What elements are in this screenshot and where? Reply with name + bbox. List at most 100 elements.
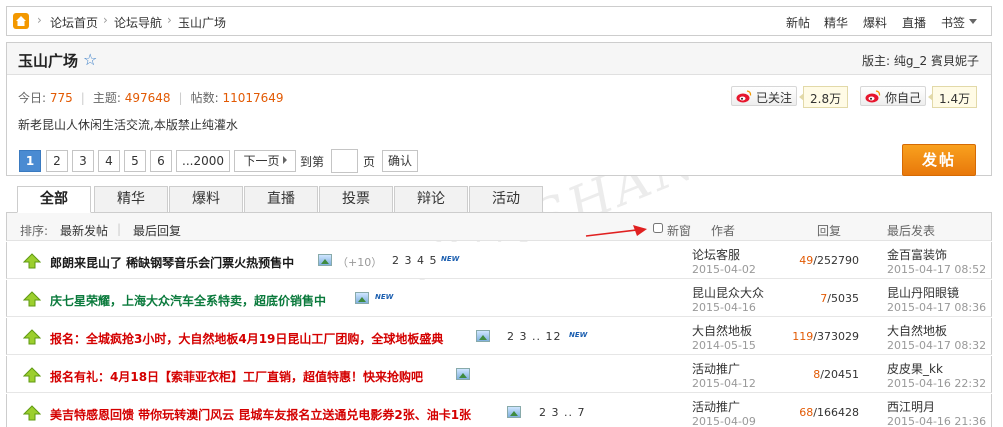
moderator-info: 版主: 纯g_2 賓貝妮子 bbox=[862, 52, 979, 69]
thread-title[interactable]: 庆七星荣耀，上海大众汽车全系特卖，超底价销售中 bbox=[50, 292, 326, 309]
new-window-label: 新窗 bbox=[667, 224, 692, 238]
chevron-down-icon[interactable] bbox=[969, 19, 977, 24]
thread-last-date[interactable]: 2015-04-16 22:32 bbox=[887, 377, 986, 390]
author-column-header: 作者 bbox=[711, 224, 736, 238]
page-4[interactable]: 4 bbox=[98, 150, 120, 172]
thread-page-links[interactable]: 2 3 4 5 bbox=[392, 254, 437, 267]
toplink-live[interactable]: 直播 bbox=[902, 14, 926, 31]
thread-reply-count: 8/20451 bbox=[813, 368, 859, 381]
home-icon[interactable] bbox=[13, 13, 29, 29]
page-6[interactable]: 6 bbox=[150, 150, 172, 172]
new-window-checkbox[interactable] bbox=[653, 223, 663, 233]
breadcrumb-forum-nav[interactable]: 论坛导航 bbox=[114, 14, 162, 31]
thread-plus-score: （+10） bbox=[337, 256, 383, 269]
page-unit-label: 页 bbox=[363, 155, 376, 169]
tab-digest[interactable]: 精华 bbox=[94, 186, 168, 213]
sort-divider: | bbox=[117, 222, 122, 236]
goto-label: 到第 bbox=[300, 155, 325, 169]
top-nav-bar: › 论坛首页 › 论坛导航 › 玉山广场 新帖 精华 爆料 直播 书签 bbox=[6, 6, 992, 36]
moderator-label: 版主: bbox=[862, 54, 891, 68]
moderator-names[interactable]: 纯g_2 賓貝妮子 bbox=[894, 54, 979, 68]
follow-button[interactable]: 已关注 bbox=[731, 86, 798, 106]
thread-row[interactable]: 庆七星荣耀，上海大众汽车全系特卖，超底价销售中 NEW 昆山昆众大众 2015-… bbox=[6, 280, 992, 317]
thread-row[interactable]: 报名有礼：4月18日【索菲亚衣柜】工厂直销，超值特惠！快来抢购吧 活动推广 20… bbox=[6, 356, 992, 393]
image-attachment-icon bbox=[507, 406, 521, 418]
image-attachment-icon bbox=[355, 292, 369, 304]
next-page-label: 下一页 bbox=[243, 154, 280, 168]
page-1[interactable]: 1 bbox=[19, 150, 41, 172]
thread-up-arrow-icon bbox=[23, 329, 41, 345]
thread-up-arrow-icon bbox=[23, 253, 41, 269]
forum-description: 新老昆山人休闲生活交流,本版禁止纯灌水 bbox=[18, 118, 238, 132]
thread-row[interactable]: 美吉特感恩回馈 带你玩转澳门风云 昆城车友报名立送通兑电影券2张、油卡1张 2 … bbox=[6, 394, 992, 427]
breadcrumb-forum-home[interactable]: 论坛首页 bbox=[50, 14, 98, 31]
thread-row[interactable]: 报名：全城疯抢3小时，大自然地板4月19日昆山工厂团购，全球地板盛典 2 3 .… bbox=[6, 318, 992, 355]
thread-last-user[interactable]: 大自然地板 bbox=[887, 322, 947, 339]
toplink-new[interactable]: 新帖 bbox=[786, 14, 810, 31]
thread-page-links[interactable]: 2 3 .. 12 bbox=[507, 330, 561, 343]
weibo-icon bbox=[736, 90, 752, 103]
thread-title[interactable]: 报名有礼：4月18日【索菲亚衣柜】工厂直销，超值特惠！快来抢购吧 bbox=[50, 368, 423, 385]
follow-count: 2.8万 bbox=[798, 86, 849, 108]
chevron-right-icon: › bbox=[167, 13, 172, 27]
confirm-button[interactable]: 确认 bbox=[382, 150, 418, 172]
thread-last-date[interactable]: 2015-04-17 08:52 bbox=[887, 263, 986, 276]
tab-live[interactable]: 直播 bbox=[244, 186, 318, 213]
thread-author[interactable]: 活动推广 bbox=[692, 398, 740, 415]
today-count: 775 bbox=[49, 91, 73, 105]
thread-reply-count: 7/5035 bbox=[820, 292, 859, 305]
new-badge: NEW bbox=[375, 293, 394, 301]
thread-last-user[interactable]: 昆山丹阳眼镜 bbox=[887, 284, 959, 301]
thread-author[interactable]: 论坛客服 bbox=[692, 246, 740, 263]
forum-stats: 今日: 775 | 主题: 497648 | 帖数: 11017649 bbox=[18, 91, 284, 105]
image-attachment-icon bbox=[476, 330, 490, 342]
page-last[interactable]: ...2000 bbox=[176, 150, 230, 172]
thread-date: 2015-04-16 bbox=[692, 301, 756, 314]
sort-reply-link[interactable]: 最后回复 bbox=[133, 222, 181, 239]
self-button[interactable]: 你自己 bbox=[860, 86, 927, 106]
tab-debate[interactable]: 辩论 bbox=[394, 186, 468, 213]
thread-last-date[interactable]: 2015-04-17 08:32 bbox=[887, 339, 986, 352]
tab-all[interactable]: 全部 bbox=[17, 186, 91, 213]
last-post-column-header: 最后发表 bbox=[887, 224, 936, 238]
next-page-button[interactable]: 下一页 bbox=[234, 150, 296, 172]
page-2[interactable]: 2 bbox=[46, 150, 68, 172]
chevron-right-icon: › bbox=[37, 13, 42, 27]
thread-last-date[interactable]: 2015-04-16 21:36 bbox=[887, 415, 986, 427]
star-icon[interactable]: ☆ bbox=[83, 50, 97, 69]
new-badge: NEW bbox=[569, 331, 588, 339]
thread-last-user[interactable]: 皮皮果_kk bbox=[887, 360, 943, 377]
thread-last-date[interactable]: 2015-04-17 08:36 bbox=[887, 301, 986, 314]
toplink-news[interactable]: 爆料 bbox=[863, 14, 887, 31]
chevron-right-icon: › bbox=[103, 13, 108, 27]
new-post-button[interactable]: 发帖 bbox=[902, 144, 976, 176]
page-number-input[interactable] bbox=[331, 149, 358, 173]
topics-count: 497648 bbox=[124, 91, 171, 105]
bookmark-menu[interactable]: 书签 bbox=[941, 14, 965, 31]
thread-reply-count: 49/252790 bbox=[799, 254, 859, 267]
thread-title[interactable]: 美吉特感恩回馈 带你玩转澳门风云 昆城车友报名立送通兑电影券2张、油卡1张 bbox=[50, 406, 471, 423]
thread-row[interactable]: 郎朗来昆山了 稀缺钢琴音乐会门票火热预售中 （+10） 2 3 4 5 NEW … bbox=[6, 242, 992, 279]
page-3[interactable]: 3 bbox=[72, 150, 94, 172]
thread-author[interactable]: 大自然地板 bbox=[692, 322, 752, 339]
page-5[interactable]: 5 bbox=[124, 150, 146, 172]
toplink-digest[interactable]: 精华 bbox=[824, 14, 848, 31]
tab-news[interactable]: 爆料 bbox=[169, 186, 243, 213]
thread-last-user[interactable]: 金百富装饰 bbox=[887, 246, 947, 263]
thread-date: 2015-04-12 bbox=[692, 377, 756, 390]
thread-page-links[interactable]: 2 3 .. 7 bbox=[539, 406, 585, 419]
thread-reply-count: 68/166428 bbox=[799, 406, 859, 419]
tab-activity[interactable]: 活动 bbox=[469, 186, 543, 213]
forum-header: 玉山广场 ☆ 版主: 纯g_2 賓貝妮子 bbox=[7, 43, 991, 75]
thread-title[interactable]: 报名：全城疯抢3小时，大自然地板4月19日昆山工厂团购，全球地板盛典 bbox=[50, 330, 443, 347]
thread-date: 2014-05-15 bbox=[692, 339, 756, 352]
breadcrumb-current[interactable]: 玉山广场 bbox=[178, 14, 226, 31]
thread-author[interactable]: 活动推广 bbox=[692, 360, 740, 377]
thread-last-user[interactable]: 西江明月 bbox=[887, 398, 935, 415]
sort-latest-link[interactable]: 最新发帖 bbox=[60, 222, 108, 239]
tab-vote[interactable]: 投票 bbox=[319, 186, 393, 213]
posts-count: 11017649 bbox=[222, 91, 284, 105]
thread-title[interactable]: 郎朗来昆山了 稀缺钢琴音乐会门票火热预售中 bbox=[50, 254, 294, 271]
self-label: 你自己 bbox=[885, 91, 922, 105]
thread-author[interactable]: 昆山昆众大众 bbox=[692, 284, 764, 301]
